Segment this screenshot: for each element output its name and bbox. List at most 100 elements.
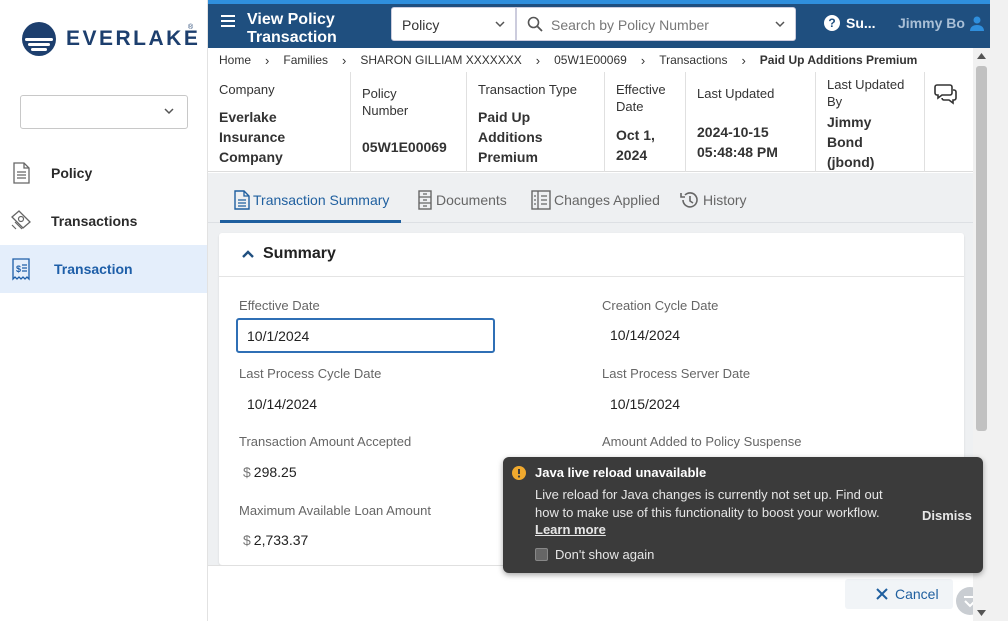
breadcrumb-policy[interactable]: 05W1E00069	[554, 53, 627, 67]
sidebar: EVERLAKE ® Policy Transactions $ Transac…	[0, 0, 208, 621]
info-value: 2024-10-15	[697, 124, 769, 140]
chevron-down-icon	[164, 108, 174, 115]
max-loan-amount: 2,733.37	[253, 532, 309, 548]
receipt-icon: $	[12, 258, 30, 281]
app-window: EVERLAKE ® Policy Transactions $ Transac…	[0, 0, 1008, 621]
logo-mark-icon	[22, 22, 56, 56]
user-menu[interactable]: Jimmy Bo	[898, 15, 985, 31]
hamburger-menu-icon[interactable]	[221, 15, 235, 27]
transaction-amount-accepted-label: Transaction Amount Accepted	[239, 434, 412, 449]
tab-history[interactable]: History	[679, 188, 747, 212]
info-label: Date	[616, 99, 644, 114]
toast-title: Java live reload unavailable	[535, 465, 707, 480]
info-value: Bond	[827, 134, 863, 150]
scroll-up-icon[interactable]	[977, 53, 986, 59]
creation-cycle-date-value: 10/14/2024	[610, 327, 681, 343]
scroll-thumb[interactable]	[976, 66, 987, 431]
chevron-right-icon: ›	[265, 52, 270, 68]
last-process-cycle-date-label: Last Process Cycle Date	[239, 366, 382, 381]
page-title: View Policy Transaction	[247, 11, 337, 47]
chevron-right-icon: ›	[535, 52, 541, 68]
tab-transaction-summary[interactable]: Transaction Summary	[233, 188, 389, 212]
breadcrumb-families[interactable]: Families	[283, 53, 328, 67]
tab-changes-applied[interactable]: Changes Applied	[530, 188, 660, 212]
info-last-updated-by: Last Updated By Jimmy Bond (jbond)	[816, 72, 925, 172]
user-icon	[969, 16, 984, 31]
sidebar-item-policy[interactable]: Policy	[0, 149, 207, 197]
cancel-label: Cancel	[895, 586, 939, 602]
breadcrumb-transactions[interactable]: Transactions	[659, 53, 727, 67]
info-value: Additions	[478, 129, 543, 145]
info-effective-date: Effective Date Oct 1, 2024	[605, 72, 686, 172]
learn-more-link[interactable]: Learn more	[535, 522, 606, 537]
brand-name: EVERLAKE	[66, 27, 201, 50]
info-value: Premium	[478, 149, 538, 165]
info-last-updated: Last Updated 2024-10-15 05:48:48 PM	[686, 72, 816, 172]
page-title-line: Transaction	[247, 29, 337, 46]
info-value: Everlake	[219, 109, 277, 125]
info-label: Policy	[362, 86, 397, 101]
help-icon: ?	[824, 15, 840, 31]
comments-icon[interactable]	[934, 82, 958, 106]
file-cabinet-icon	[418, 190, 432, 210]
checkbox-box[interactable]	[535, 548, 548, 561]
svg-text:$: $	[16, 264, 21, 274]
breadcrumb-home[interactable]: Home	[219, 53, 251, 67]
search-input[interactable]	[551, 14, 761, 36]
summary-panel-header[interactable]: Summary	[219, 233, 964, 277]
top-bar: View Policy Transaction Policy ? Su... J…	[208, 0, 1008, 48]
amount-accepted: 298.25	[253, 464, 297, 480]
toast-message: Live reload for Java changes is currentl…	[535, 487, 883, 520]
info-value: 05:48:48 PM	[697, 144, 778, 160]
cancel-button[interactable]: Cancel	[845, 579, 953, 609]
tabs-bar: Transaction Summary Documents Changes Ap…	[208, 173, 973, 223]
brand-logo: EVERLAKE	[22, 22, 200, 56]
sidebar-item-transaction[interactable]: $ Transaction	[0, 245, 207, 293]
breadcrumb: Home › Families › SHARON GILLIAM XXXXXXX…	[208, 48, 973, 72]
info-transaction-type: Transaction Type Paid Up Additions Premi…	[467, 72, 605, 172]
info-value: Paid Up	[478, 109, 531, 125]
checklist-icon	[531, 190, 551, 210]
search-icon	[527, 16, 543, 32]
document-icon	[13, 162, 30, 184]
info-value: Oct 1,	[616, 127, 655, 143]
sidebar-select[interactable]	[20, 95, 188, 129]
notification-toast: Java live reload unavailable Live reload…	[503, 457, 983, 573]
info-value: Jimmy	[827, 114, 872, 130]
sidebar-item-transactions[interactable]: Transactions	[0, 197, 207, 245]
currency-symbol: $	[243, 532, 251, 548]
warning-icon	[512, 466, 526, 480]
dismiss-button[interactable]: Dismiss	[922, 508, 972, 523]
policy-search[interactable]	[516, 7, 796, 41]
currency-symbol: $	[243, 464, 251, 480]
transaction-info-bar: Company Everlake Insurance Company Polic…	[208, 72, 973, 172]
effective-date-field[interactable]	[236, 318, 495, 353]
brand-registered: ®	[188, 24, 194, 31]
help-button[interactable]: ? Su...	[824, 15, 876, 31]
chevron-down-icon	[495, 21, 505, 28]
dont-show-again-checkbox[interactable]: Don't show again	[535, 547, 654, 562]
action-footer: Cancel	[208, 565, 985, 621]
tab-label: Transaction Summary	[253, 192, 390, 208]
last-process-server-date-value: 10/15/2024	[610, 396, 681, 412]
info-policy-number: Policy Number 05W1E00069	[351, 72, 467, 172]
summary-title: Summary	[263, 245, 336, 262]
tab-documents[interactable]: Documents	[416, 188, 507, 212]
search-type-select[interactable]: Policy	[391, 7, 516, 41]
search-type-value: Policy	[402, 17, 440, 33]
document-icon	[234, 190, 250, 210]
breadcrumb-current: Paid Up Additions Premium	[759, 53, 918, 67]
info-value: Insurance	[219, 129, 286, 145]
info-label: Number	[362, 103, 409, 118]
info-value: (jbond)	[827, 154, 875, 170]
close-icon	[876, 588, 888, 600]
info-value: 2024	[616, 147, 648, 163]
window-edge	[990, 0, 1008, 621]
chevron-down-icon	[775, 21, 785, 28]
scroll-down-icon[interactable]	[977, 610, 986, 616]
chevron-up-icon	[242, 250, 254, 258]
sidebar-item-label: Transaction	[54, 261, 133, 277]
breadcrumb-family[interactable]: SHARON GILLIAM XXXXXXX	[360, 53, 521, 67]
last-process-cycle-date-value: 10/14/2024	[247, 396, 318, 412]
info-label: Company	[219, 82, 275, 97]
